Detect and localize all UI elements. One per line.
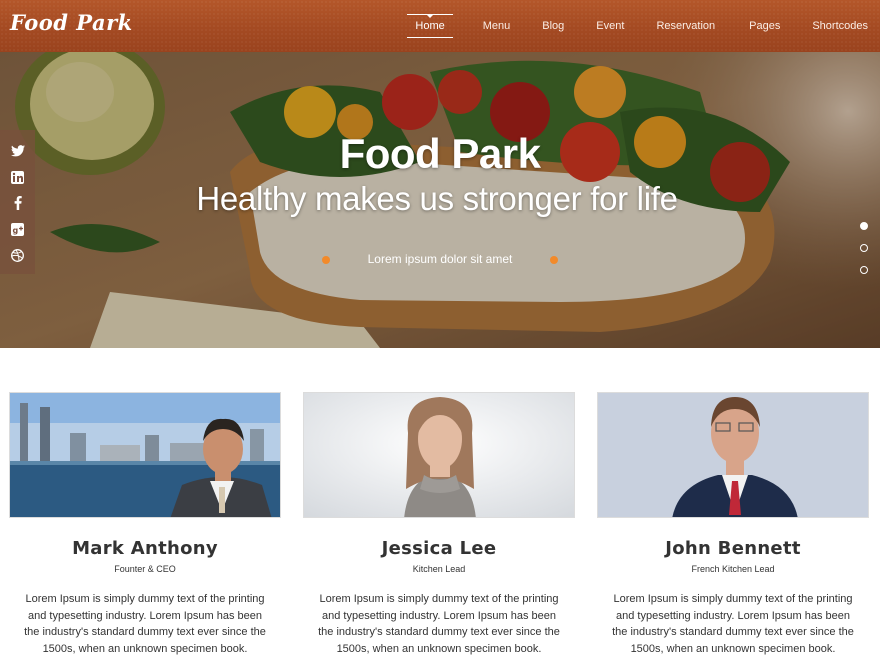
nav-label: Event (596, 20, 625, 32)
team-member-bio: Lorem Ipsum is simply dummy text of the … (612, 593, 854, 655)
team-card: Mark Anthony Founter & CEO Lorem Ipsum i… (9, 392, 281, 657)
nav-label: Menu (482, 20, 511, 32)
nav-label: Pages (749, 20, 781, 32)
nav-label: Reservation (656, 20, 716, 32)
team-member-bio: Lorem Ipsum is simply dummy text of the … (24, 593, 266, 655)
facebook-icon[interactable] (11, 196, 25, 210)
team-member-role: Founter & CEO (114, 564, 176, 574)
team-photo (9, 392, 281, 518)
nav-item-blog[interactable]: Blog (530, 0, 584, 52)
team-member-role: French Kitchen Lead (691, 564, 775, 574)
caption-right-dot (550, 256, 558, 264)
nav-item-shortcodes[interactable]: Shortcodes (800, 0, 880, 52)
google-plus-icon[interactable]: g (11, 222, 25, 236)
twitter-icon[interactable] (10, 144, 25, 158)
site-logo[interactable]: Food Park (10, 10, 133, 35)
nav-item-event[interactable]: Event (584, 0, 644, 52)
slider-pagination (860, 222, 868, 288)
nav-item-home[interactable]: Home (395, 0, 464, 52)
nav-item-menu[interactable]: Menu (471, 0, 531, 52)
team-member-bio: Lorem Ipsum is simply dummy text of the … (318, 593, 560, 655)
hero-slider: Food Park Healthy makes us stronger for … (0, 52, 880, 348)
team-photo (597, 392, 869, 518)
hero-caption: Lorem ipsum dolor sit amet (367, 252, 513, 266)
nav-label: Home (407, 14, 453, 38)
hero-subtitle: Healthy makes us stronger for life (196, 180, 678, 217)
social-sidebar: g (0, 130, 35, 274)
svg-text:g: g (13, 226, 19, 235)
team-member-name: Mark Anthony (72, 538, 218, 559)
team-member-name: Jessica Lee (381, 538, 497, 559)
slide-dot-2[interactable] (860, 244, 868, 252)
team-card: John Bennett French Kitchen Lead Lorem I… (597, 392, 869, 657)
hero-title: Food Park (339, 130, 541, 177)
nav-item-reservation[interactable]: Reservation (644, 0, 737, 52)
dribbble-icon[interactable] (11, 248, 25, 262)
main-nav: Home Menu Blog Event Reservation Pages S… (395, 0, 880, 52)
site-header: Food Park Home Menu Blog Event Reservati… (0, 0, 880, 52)
nav-label: Blog (542, 20, 565, 32)
slide-dot-3[interactable] (860, 266, 868, 274)
slide-dot-1[interactable] (860, 222, 868, 230)
nav-label: Shortcodes (812, 20, 868, 32)
team-card: Jessica Lee Kitchen Lead Lorem Ipsum is … (303, 392, 575, 657)
team-member-name: John Bennett (665, 538, 801, 559)
team-photo (303, 392, 575, 518)
team-member-role: Kitchen Lead (412, 564, 466, 574)
nav-item-pages[interactable]: Pages (737, 0, 800, 52)
linkedin-icon[interactable] (11, 170, 25, 184)
